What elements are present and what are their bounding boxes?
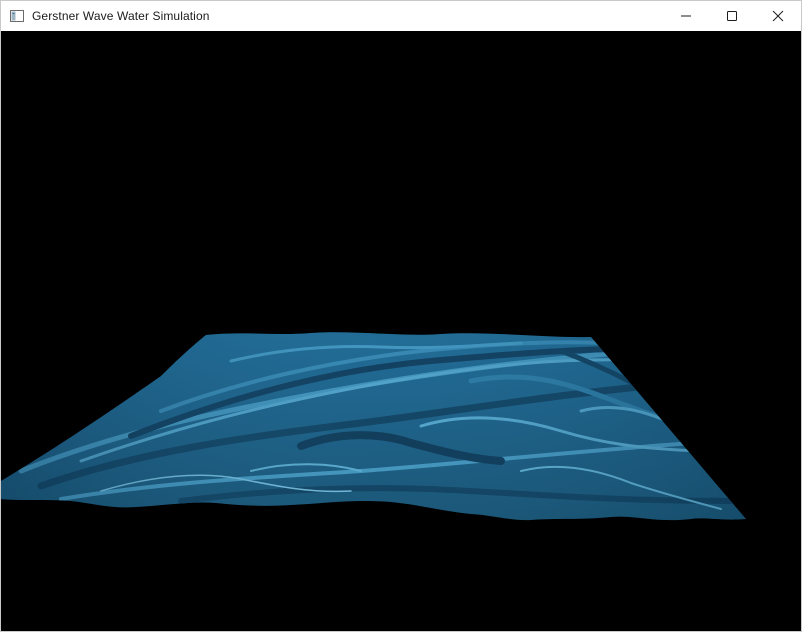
title-bar[interactable]: Gerstner Wave Water Simulation [1,1,801,31]
water-surface [1,332,746,521]
render-viewport[interactable] [1,31,801,631]
window-title: Gerstner Wave Water Simulation [32,9,210,23]
minimize-button[interactable] [663,1,709,31]
close-button[interactable] [755,1,801,31]
minimize-icon [681,15,691,17]
maximize-icon [727,11,737,21]
app-window-icon [9,8,25,24]
app-window: Gerstner Wave Water Simulation [0,0,802,632]
window-controls [663,1,801,31]
water-scene [1,332,746,521]
maximize-button[interactable] [709,1,755,31]
close-icon [772,10,784,22]
